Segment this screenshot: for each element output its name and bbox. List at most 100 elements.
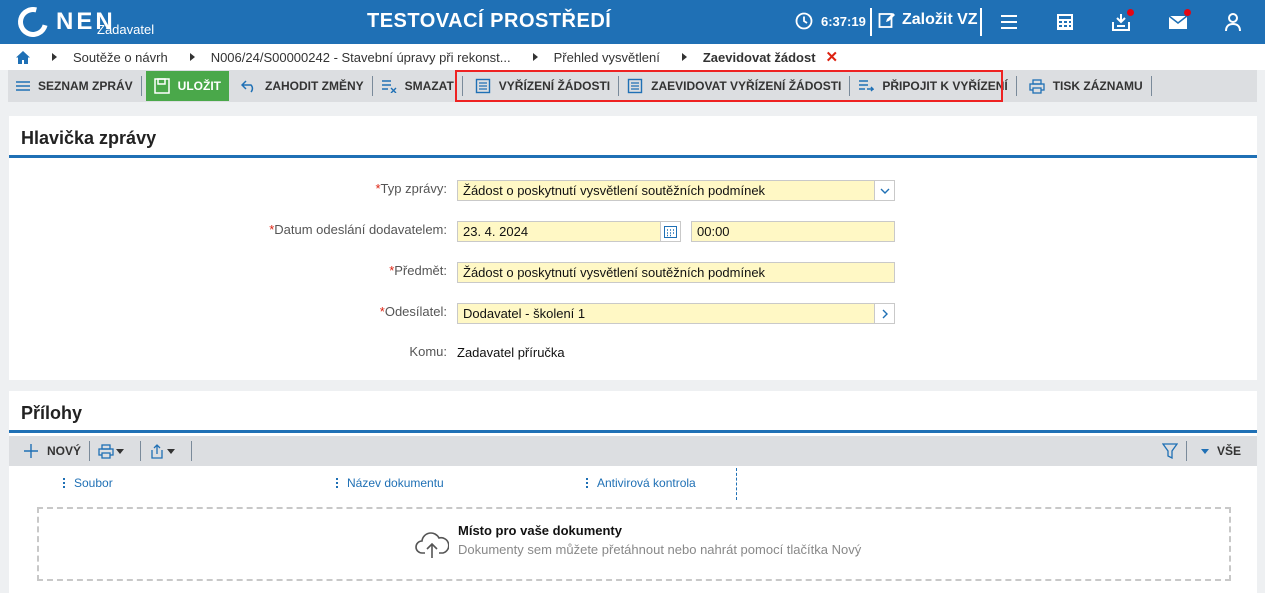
sender-value: Dodavatel - školení 1 (463, 306, 586, 321)
subject-value: Žádost o poskytnutí vysvětlení soutěžníc… (463, 265, 766, 280)
print-label: TISK ZÁZNAMU (1052, 79, 1143, 93)
session-timer: 6:37:19 (795, 12, 866, 30)
list-icon (16, 81, 30, 91)
subject-label-wrap: *Předmět: (9, 263, 447, 283)
time-input[interactable]: 00:00 (691, 221, 895, 242)
divider (1150, 76, 1152, 96)
register-resolution-button[interactable]: ZAEVIDOVAT VYŘÍZENÍ ŽÁDOSTI (619, 70, 849, 102)
save-button[interactable]: ULOŽIT (145, 71, 229, 101)
to-label-wrap: Komu: (9, 344, 447, 364)
column-divider (736, 468, 737, 500)
attachments-toolbar: NOVÝ VŠE (9, 436, 1257, 466)
date-value: 23. 4. 2024 (463, 224, 529, 239)
message-type-select[interactable]: Žádost o poskytnutí vysvětlení soutěžníc… (457, 180, 895, 201)
delete-label: SMAZAT (404, 79, 454, 93)
attach-list-icon (859, 80, 875, 92)
discard-changes-button[interactable]: ZAHODIT ZMĚNY (233, 70, 372, 102)
divider (140, 76, 142, 96)
chevron-right-icon[interactable] (874, 304, 894, 323)
filter-icon (1161, 443, 1178, 459)
column-label: Název dokumentu (347, 476, 444, 490)
notification-dot (1126, 8, 1135, 17)
document-icon (627, 78, 643, 94)
create-vz-button[interactable]: Založit VZ (878, 11, 978, 29)
logo-subtitle: Zadavatel (97, 22, 155, 37)
dropzone-title: Místo pro vaše dokumenty (458, 523, 622, 538)
date-label-wrap: *Datum odeslání dodavatelem: (9, 222, 447, 242)
date-label: *Datum odeslání dodavatelem: (269, 222, 447, 237)
save-label: ULOŽIT (177, 79, 221, 93)
discard-label: ZAHODIT ZMĚNY (265, 79, 364, 93)
delete-button[interactable]: SMAZAT (373, 70, 462, 102)
calculator-icon[interactable] (1055, 12, 1075, 32)
column-header-file[interactable]: Soubor (63, 476, 113, 490)
resolve-request-button[interactable]: VYŘÍZENÍ ŽÁDOSTI (463, 70, 618, 102)
logo-circle-icon (12, 1, 54, 43)
notification-dot (1183, 8, 1192, 17)
document-icon (475, 78, 490, 94)
to-value: Zadavatel příručka (457, 345, 565, 360)
chevron-down-icon[interactable] (874, 181, 894, 200)
breadcrumb-item[interactable]: N006/24/S00000242 - Stavební úpravy při … (211, 50, 511, 65)
resolve-label: VYŘÍZENÍ ŽÁDOSTI (498, 79, 611, 93)
user-icon[interactable] (1223, 12, 1243, 32)
filter-button[interactable] (1154, 435, 1186, 467)
mail-icon[interactable] (1168, 8, 1192, 32)
caret-down-icon (1200, 448, 1209, 454)
divider (980, 8, 982, 36)
attach-to-resolution-button[interactable]: PŘIPOJIT K VYŘÍZENÍ (850, 70, 1015, 102)
panel-title: Hlavička zprávy (9, 116, 1257, 158)
print-dropdown-button[interactable] (90, 435, 140, 467)
printer-icon (1029, 78, 1045, 94)
undo-icon (241, 80, 254, 93)
close-icon[interactable]: ✕ (826, 48, 839, 66)
breadcrumb: Soutěže o návrh N006/24/S00000242 - Stav… (0, 44, 1265, 70)
column-header-document-name[interactable]: Název dokumentu (336, 476, 444, 490)
message-list-label: SEZNAM ZPRÁV (38, 79, 133, 93)
subject-input[interactable]: Žádost o poskytnutí vysvětlení soutěžníc… (457, 262, 895, 283)
breadcrumb-item[interactable]: Přehled vysvětlení (554, 50, 660, 65)
environment-title: TESTOVACÍ PROSTŘEDÍ (367, 10, 612, 32)
time-value: 00:00 (697, 224, 730, 239)
plus-icon (24, 444, 38, 458)
drag-handle-icon (586, 478, 589, 488)
drag-handle-icon (63, 478, 66, 488)
divider (870, 8, 872, 36)
inbox-icon[interactable] (1111, 8, 1135, 32)
date-input[interactable]: 23. 4. 2024 (457, 221, 681, 242)
caret-down-icon (116, 448, 125, 454)
view-all-label: VŠE (1216, 444, 1241, 458)
breadcrumb-item[interactable]: Soutěže o návrh (73, 50, 168, 65)
calendar-icon[interactable] (660, 222, 680, 241)
menu-icon[interactable] (999, 12, 1019, 32)
divider (191, 441, 193, 461)
to-label: Komu: (409, 344, 447, 359)
panel-title: Přílohy (9, 391, 1257, 433)
chevron-right-icon (532, 53, 538, 61)
column-header-antivirus[interactable]: Antivirová kontrola (586, 476, 696, 490)
timer-text: 6:37:19 (821, 13, 866, 29)
view-all-dropdown[interactable]: VŠE (1187, 435, 1257, 467)
attachments-panel: Přílohy NOVÝ VŠE Soubor Název dokumentu … (9, 391, 1257, 593)
sender-select[interactable]: Dodavatel - školení 1 (457, 303, 895, 324)
type-label: *Typ zprávy: (375, 181, 447, 196)
printer-icon (98, 443, 114, 459)
export-dropdown-button[interactable] (141, 435, 191, 467)
action-toolbar: SEZNAM ZPRÁV ULOŽIT ZAHODIT ZMĚNY SMAZAT… (8, 70, 1257, 102)
top-bar: NEN Zadavatel TESTOVACÍ PROSTŘEDÍ 6:37:1… (0, 0, 1265, 44)
breadcrumb-active: Zaevidovat žádost (702, 49, 816, 65)
chevron-right-icon (189, 53, 195, 61)
drag-handle-icon (336, 478, 339, 488)
column-label: Soubor (74, 476, 113, 490)
new-attachment-button[interactable]: NOVÝ (9, 435, 89, 467)
edit-icon (878, 13, 895, 28)
home-icon[interactable] (16, 50, 30, 64)
print-record-button[interactable]: TISK ZÁZNAMU (1017, 70, 1151, 102)
file-dropzone[interactable]: Místo pro vaše dokumenty Dokumenty sem m… (37, 507, 1231, 581)
chevron-right-icon (681, 53, 687, 61)
sender-label: *Odesílatel: (379, 304, 447, 319)
message-type-value: Žádost o poskytnutí vysvětlení soutěžníc… (463, 183, 766, 198)
clock-icon (795, 12, 813, 30)
export-icon (151, 443, 163, 459)
message-list-button[interactable]: SEZNAM ZPRÁV (8, 70, 141, 102)
